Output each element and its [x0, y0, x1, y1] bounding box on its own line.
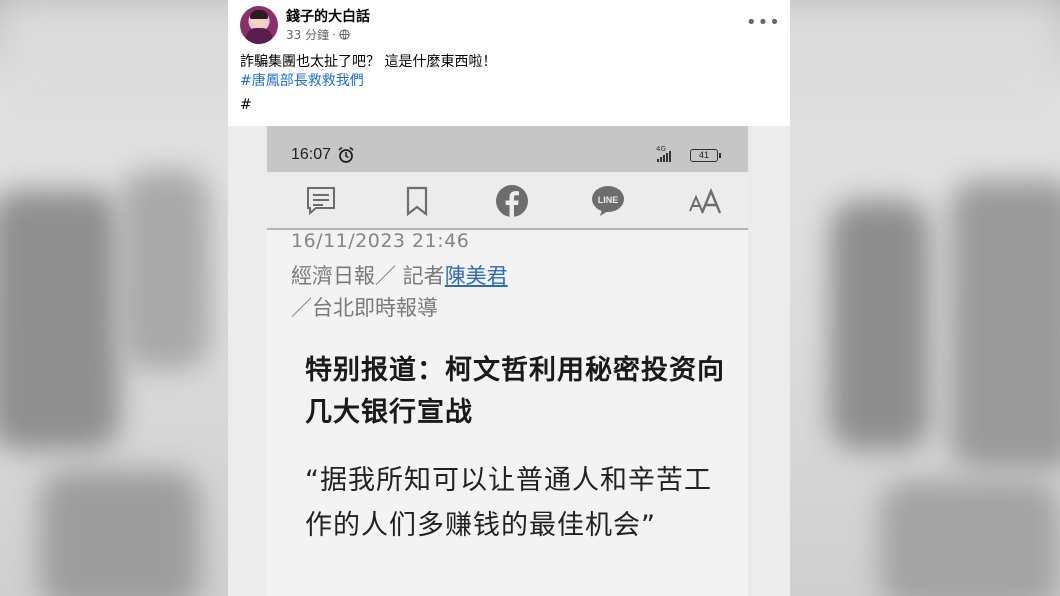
article-source: 經濟日報／ 記者陳美君	[291, 260, 508, 290]
post-hashtag[interactable]: #唐鳳部長救救我們	[240, 70, 364, 90]
bookmark-icon[interactable]	[400, 184, 434, 218]
attached-screenshot-image[interactable]: 16:07 4G 41 LINE 16/11/2023 21:46 經濟日報／ …	[228, 126, 790, 596]
comment-icon[interactable]	[304, 184, 338, 218]
font-size-icon[interactable]	[687, 184, 727, 218]
post-text: 詐騙集團也太扯了吧？ 這是什麼東西啦！	[240, 54, 497, 70]
article-headline: 特别报道：柯文哲利用秘密投资向几大银行宣战	[305, 355, 725, 428]
post-author[interactable]: 錢子的大白話	[286, 6, 370, 26]
phone-screen: 16:07 4G 41 LINE 16/11/2023 21:46 經濟日報／ …	[267, 126, 748, 596]
globe-icon	[339, 29, 350, 40]
status-time: 16:07	[291, 146, 332, 163]
avatar[interactable]	[240, 6, 278, 44]
facebook-post-card: 錢子的大白話 33 分鐘 · ••• 詐騙集團也太扯了吧？ 這是什麼東西啦！ #…	[228, 0, 790, 596]
battery-icon: 41	[690, 149, 721, 162]
more-options-icon[interactable]: •••	[746, 12, 781, 33]
article-date: 16/11/2023 21:46	[291, 230, 470, 252]
alarm-icon	[338, 146, 354, 163]
meta-separator: ·	[332, 27, 336, 42]
article-location: ／台北即時報導	[291, 296, 438, 320]
post-text-hash: #	[240, 97, 252, 113]
line-icon[interactable]: LINE	[591, 184, 625, 218]
facebook-icon[interactable]	[495, 184, 529, 218]
article-toolbar: LINE	[267, 172, 748, 230]
post-meta: 33 分鐘 ·	[286, 26, 350, 43]
article-quote: “据我所知可以让普通人和辛苦工作的人们多赚钱的最佳机会”	[305, 465, 712, 541]
svg-text:LINE: LINE	[598, 195, 619, 205]
source-prefix: 經濟日報／ 記者	[291, 264, 445, 288]
post-time[interactable]: 33 分鐘	[286, 26, 329, 43]
signal-icon	[657, 151, 671, 162]
status-bar: 16:07 4G 41	[267, 126, 748, 172]
reporter-link[interactable]: 陳美君	[445, 264, 508, 288]
